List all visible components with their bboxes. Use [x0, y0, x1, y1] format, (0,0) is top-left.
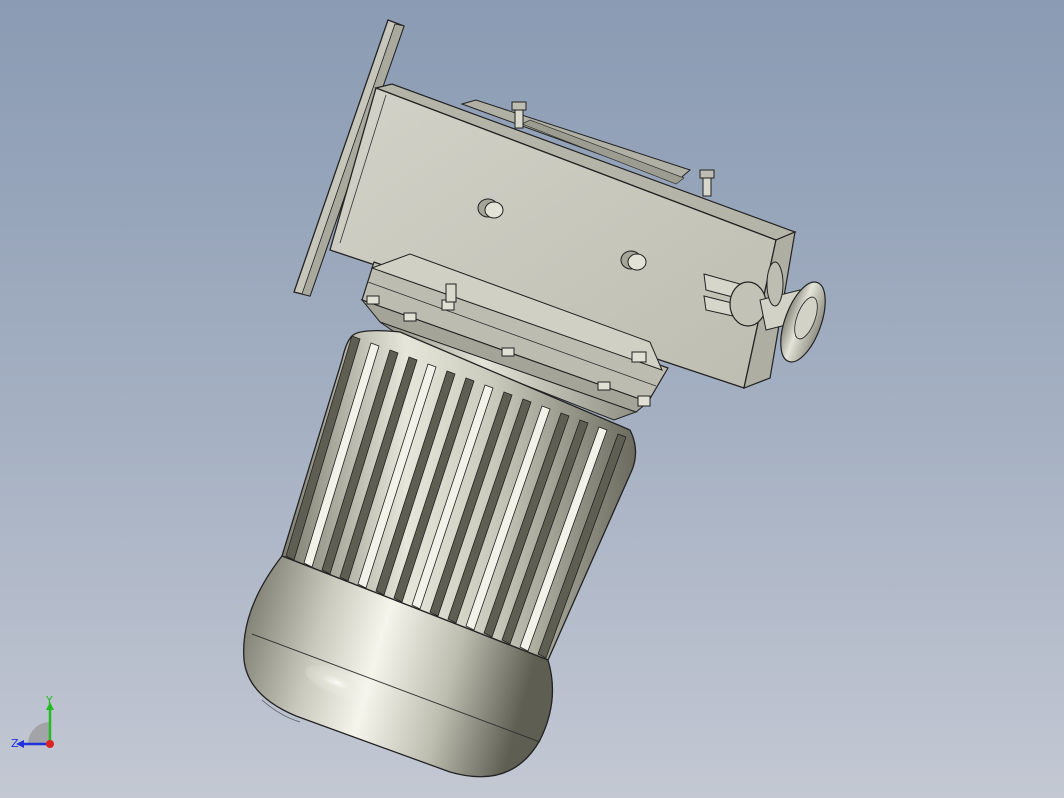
- coordinate-triad: Y Z: [11, 696, 54, 750]
- gear-motor-model[interactable]: [0, 0, 1064, 798]
- triad-z-label: Z: [11, 737, 19, 750]
- top-stud-right: [699, 169, 715, 197]
- triad-y-label: Y: [45, 696, 53, 707]
- triad-x-axis-dot: [46, 740, 54, 748]
- triad-plane: [28, 722, 50, 744]
- cad-viewport[interactable]: Y Z: [0, 0, 1064, 798]
